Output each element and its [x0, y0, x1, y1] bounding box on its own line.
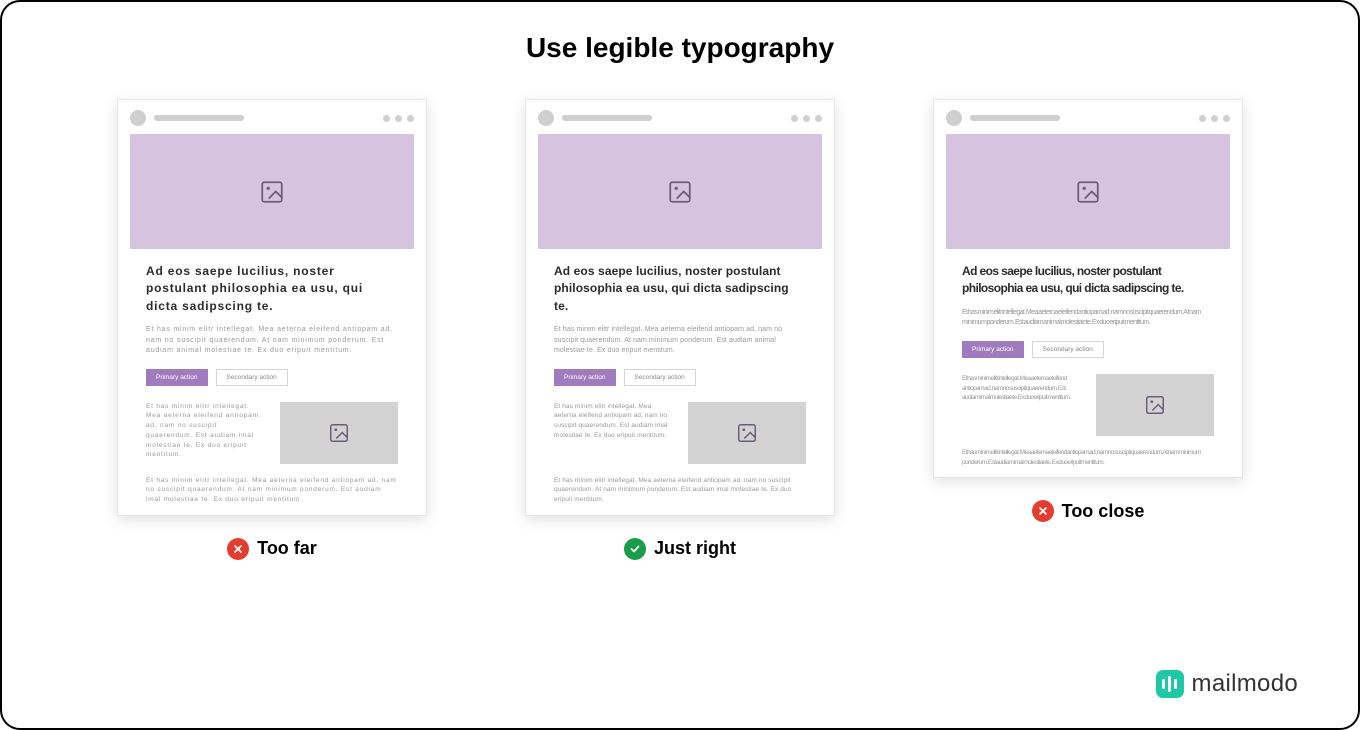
secondary-image-placeholder	[1096, 374, 1214, 436]
dot-icon	[383, 115, 390, 122]
mock-heading: Ad eos saepe lucilius, noster postulant …	[554, 263, 806, 315]
mock-body: Et has minim elitr intellegat. Mea aeter…	[962, 308, 1214, 329]
dot-icon	[1199, 115, 1206, 122]
avatar-placeholder	[538, 110, 554, 126]
secondary-action-button[interactable]: Secondary action	[624, 369, 696, 386]
mock-browser: Ad eos saepe lucilius, noster postulant …	[525, 99, 835, 516]
secondary-text: Et has minim elitr intellegat. Mea aeter…	[146, 402, 266, 464]
mock-heading: Ad eos saepe lucilius, noster postulant …	[146, 263, 398, 315]
example-too-close: Ad eos saepe lucilius, noster postulant …	[933, 99, 1243, 560]
avatar-placeholder	[946, 110, 962, 126]
mock-body: Et has minim elitr intellegat. Mea aeter…	[146, 325, 398, 357]
mock-content: Ad eos saepe lucilius, noster postulant …	[934, 263, 1242, 467]
dot-icon	[407, 115, 414, 122]
mock-header	[118, 100, 426, 134]
example-caption: Too far	[117, 538, 427, 560]
footer-text: Et has minim elitr intellegat. Mea aeter…	[962, 448, 1214, 468]
title-placeholder	[562, 115, 652, 121]
cross-icon	[1032, 500, 1054, 522]
avatar-placeholder	[130, 110, 146, 126]
secondary-text: Et has minim elitr intellegat. Mea aeter…	[554, 402, 674, 464]
primary-action-button[interactable]: Primary action	[146, 369, 208, 386]
dot-icon	[395, 115, 402, 122]
secondary-action-button[interactable]: Secondary action	[216, 369, 288, 386]
mock-content: Ad eos saepe lucilius, noster postulant …	[526, 263, 834, 505]
dot-icon	[803, 115, 810, 122]
dot-icon	[791, 115, 798, 122]
dot-icon	[815, 115, 822, 122]
hero-image-placeholder	[538, 134, 822, 249]
check-icon	[624, 538, 646, 560]
mock-header	[526, 100, 834, 134]
primary-action-button[interactable]: Primary action	[554, 369, 616, 386]
example-too-far: Ad eos saepe lucilius, noster postulant …	[117, 99, 427, 560]
cross-icon	[227, 538, 249, 560]
mock-content: Ad eos saepe lucilius, noster postulant …	[118, 263, 426, 505]
button-row: Primary action Secondary action	[962, 341, 1214, 358]
primary-action-button[interactable]: Primary action	[962, 341, 1024, 358]
secondary-image-placeholder	[688, 402, 806, 464]
mock-header	[934, 100, 1242, 134]
example-caption: Just right	[525, 538, 835, 560]
mock-browser: Ad eos saepe lucilius, noster postulant …	[933, 99, 1243, 478]
secondary-row: Et has minim elitr intellegat. Mea aeter…	[962, 374, 1214, 436]
brand-logo: mailmodo	[1156, 670, 1298, 698]
mock-browser: Ad eos saepe lucilius, noster postulant …	[117, 99, 427, 516]
examples-row: Ad eos saepe lucilius, noster postulant …	[2, 99, 1358, 560]
secondary-text: Et has minim elitr intellegat. Mea aeter…	[962, 374, 1082, 436]
window-dots	[1199, 115, 1230, 122]
window-dots	[383, 115, 414, 122]
dot-icon	[1211, 115, 1218, 122]
brand-text: mailmodo	[1192, 670, 1298, 698]
secondary-image-placeholder	[280, 402, 398, 464]
mock-heading: Ad eos saepe lucilius, noster postulant …	[962, 263, 1214, 298]
example-just-right: Ad eos saepe lucilius, noster postulant …	[525, 99, 835, 560]
secondary-action-button[interactable]: Secondary action	[1032, 341, 1104, 358]
secondary-row: Et has minim elitr intellegat. Mea aeter…	[146, 402, 398, 464]
hero-image-placeholder	[130, 134, 414, 249]
caption-label: Just right	[654, 538, 736, 559]
window-dots	[791, 115, 822, 122]
hero-image-placeholder	[946, 134, 1230, 249]
dot-icon	[1223, 115, 1230, 122]
button-row: Primary action Secondary action	[146, 369, 398, 386]
footer-text: Et has minim elitr intellegat. Mea aeter…	[554, 476, 806, 505]
footer-text: Et has minim elitr intellegat. Mea aeter…	[146, 476, 398, 505]
title-placeholder	[154, 115, 244, 121]
title-placeholder	[970, 115, 1060, 121]
caption-label: Too close	[1062, 501, 1145, 522]
mock-body: Et has minim elitr intellegat. Mea aeter…	[554, 325, 806, 357]
caption-label: Too far	[257, 538, 317, 559]
brand-mark-icon	[1156, 670, 1184, 698]
example-caption: Too close	[933, 500, 1243, 522]
secondary-row: Et has minim elitr intellegat. Mea aeter…	[554, 402, 806, 464]
button-row: Primary action Secondary action	[554, 369, 806, 386]
page-title: Use legible typography	[2, 32, 1358, 64]
